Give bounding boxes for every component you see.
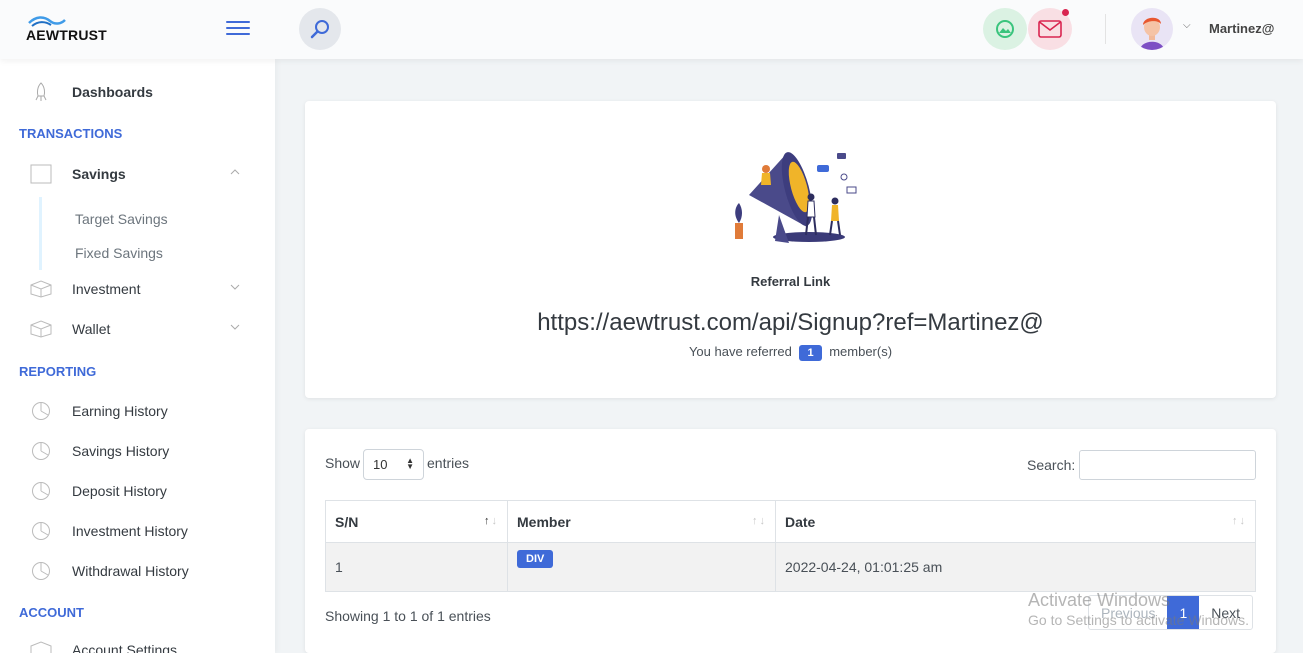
referral-card: Referral Link https://aewtrust.com/api/S… bbox=[305, 101, 1276, 398]
activate-windows-watermark: Activate Windows Go to Settings to activ… bbox=[1028, 590, 1249, 628]
menu-toggle-icon[interactable] bbox=[226, 19, 252, 37]
chevron-down-icon bbox=[230, 324, 240, 330]
sort-icon: ↑↓ bbox=[484, 515, 499, 527]
sidebar-item-withdrawal-history[interactable]: Withdrawal History bbox=[22, 557, 252, 585]
referral-suffix: member(s) bbox=[829, 344, 893, 359]
sidebar-item-label: Account Settings bbox=[72, 642, 178, 653]
messages-button[interactable] bbox=[1028, 8, 1072, 50]
sort-icon: ↑↓ bbox=[1232, 515, 1247, 527]
search-icon bbox=[310, 20, 329, 39]
pie-chart-icon bbox=[30, 400, 52, 422]
table-info: Showing 1 to 1 of 1 entries bbox=[325, 608, 491, 624]
user-avatar[interactable] bbox=[1131, 8, 1173, 50]
sidebar-item-savings-history[interactable]: Savings History bbox=[22, 437, 252, 465]
pie-chart-icon bbox=[30, 560, 52, 582]
search-input[interactable] bbox=[1079, 450, 1256, 480]
chevron-down-icon bbox=[230, 284, 240, 290]
brand-name: AEWTRUST bbox=[26, 27, 107, 43]
referral-count-badge: 1 bbox=[799, 345, 822, 361]
sidebar-item-label: Dashboards bbox=[72, 84, 153, 100]
column-header-date[interactable]: Date ↑↓ bbox=[775, 500, 1256, 543]
sidebar-subitem-fixed-savings[interactable]: Fixed Savings bbox=[75, 245, 163, 261]
sort-icon: ↑↓ bbox=[752, 515, 767, 527]
sidebar-item-label: Savings bbox=[72, 166, 126, 182]
entries-select[interactable]: 10 ▲ ▼ bbox=[363, 449, 424, 480]
sidebar-item-label: Deposit History bbox=[72, 483, 167, 499]
referral-title: Referral Link bbox=[750, 274, 831, 289]
section-account: ACCOUNT bbox=[19, 605, 84, 620]
column-header-sn[interactable]: S/N ↑↓ bbox=[325, 500, 508, 543]
referral-count: You have referred 1 member(s) bbox=[305, 344, 1276, 361]
package-icon bbox=[30, 318, 52, 340]
pie-chart-icon bbox=[30, 520, 52, 542]
app-header: AEWTRUST ⌵ Martinez@ bbox=[0, 0, 1303, 59]
sidebar-item-account-settings[interactable]: Account Settings bbox=[22, 636, 252, 653]
brand-logo[interactable]: AEWTRUST bbox=[26, 16, 116, 44]
avatar-icon bbox=[1140, 17, 1164, 50]
gallery-button[interactable] bbox=[983, 8, 1027, 50]
submenu-line bbox=[39, 197, 42, 270]
pie-chart-icon bbox=[30, 440, 52, 462]
sidebar-item-label: Withdrawal History bbox=[72, 563, 189, 579]
sidebar: Dashboards TRANSACTIONS Savings Target S… bbox=[0, 59, 275, 653]
sidebar-item-investment-history[interactable]: Investment History bbox=[22, 517, 252, 545]
sidebar-item-wallet[interactable]: Wallet bbox=[22, 315, 252, 343]
sidebar-subitem-target-savings[interactable]: Target Savings bbox=[75, 211, 168, 227]
sidebar-item-label: Investment History bbox=[72, 523, 188, 539]
search-button[interactable] bbox=[299, 8, 341, 50]
header-divider bbox=[1105, 14, 1106, 44]
sidebar-item-earning-history[interactable]: Earning History bbox=[22, 397, 252, 425]
watermark-subtitle: Go to Settings to activate Windows. bbox=[1028, 612, 1249, 628]
search-label: Search: bbox=[1027, 457, 1076, 473]
entries-label: entries bbox=[427, 455, 470, 471]
sidebar-item-investment[interactable]: Investment bbox=[22, 275, 252, 303]
sidebar-item-dashboards[interactable]: Dashboards bbox=[22, 78, 252, 106]
pie-chart-icon bbox=[30, 480, 52, 502]
referrals-table: S/N ↑↓ Member ↑↓ Date ↑↓ 1 DIV 2022-04-2… bbox=[325, 500, 1256, 592]
box-icon bbox=[30, 163, 52, 185]
user-menu-chevron-icon[interactable]: ⌵ bbox=[1183, 20, 1191, 31]
sidebar-item-label: Investment bbox=[72, 281, 141, 297]
sidebar-item-label: Savings History bbox=[72, 443, 170, 459]
entries-value: 10 bbox=[373, 457, 388, 472]
package-icon bbox=[30, 278, 52, 300]
section-reporting: REPORTING bbox=[19, 364, 97, 379]
section-transactions: TRANSACTIONS bbox=[19, 126, 123, 141]
notification-dot bbox=[1062, 9, 1069, 16]
member-badge: DIV bbox=[517, 550, 554, 569]
select-arrows-icon: ▲ ▼ bbox=[406, 456, 414, 471]
sidebar-item-label: Earning History bbox=[72, 403, 168, 419]
table-row: 1 DIV 2022-04-24, 01:01:25 am bbox=[325, 542, 1256, 592]
referral-link[interactable]: https://aewtrust.com/api/Signup?ref=Mart… bbox=[305, 309, 1276, 337]
cell-sn: 1 bbox=[325, 542, 508, 592]
cell-member: DIV bbox=[507, 542, 776, 592]
sidebar-item-label: Wallet bbox=[72, 321, 111, 337]
show-label: Show bbox=[325, 455, 361, 471]
sidebar-item-savings[interactable]: Savings bbox=[22, 160, 252, 188]
chevron-up-icon bbox=[230, 169, 240, 175]
column-header-member[interactable]: Member ↑↓ bbox=[507, 500, 776, 543]
watermark-title: Activate Windows bbox=[1028, 590, 1171, 610]
megaphone-illustration bbox=[735, 152, 857, 243]
username[interactable]: Martinez@ bbox=[1209, 21, 1274, 36]
sidebar-item-deposit-history[interactable]: Deposit History bbox=[22, 477, 252, 505]
cell-date: 2022-04-24, 01:01:25 am bbox=[775, 542, 1256, 592]
mail-icon bbox=[1038, 20, 1062, 38]
settings-icon bbox=[30, 639, 52, 653]
referral-prefix: You have referred bbox=[688, 344, 792, 359]
rocket-icon bbox=[30, 81, 52, 103]
image-icon bbox=[996, 20, 1014, 38]
